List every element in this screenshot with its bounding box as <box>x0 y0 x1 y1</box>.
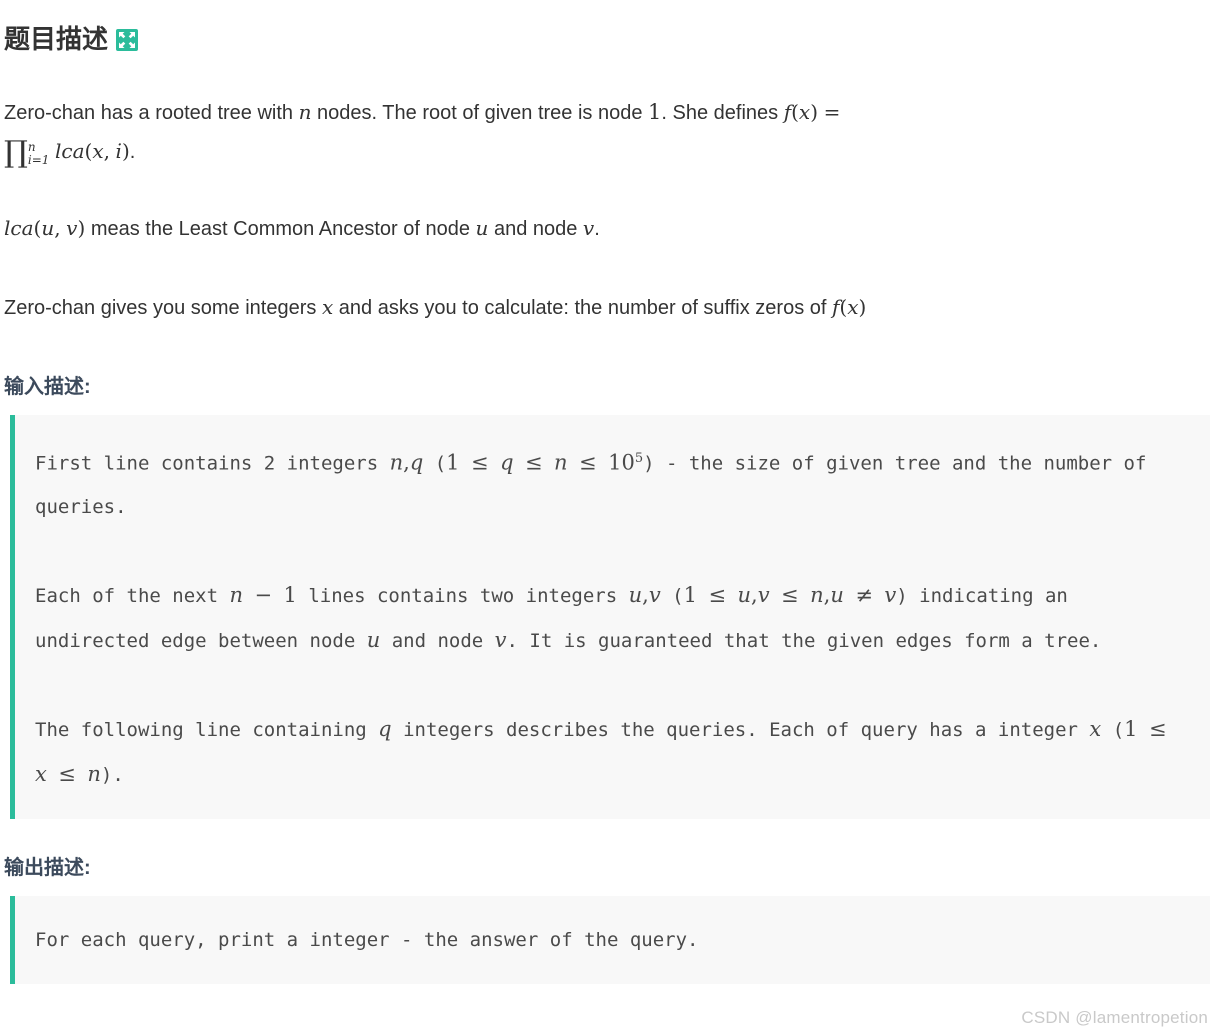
problem-statement-page: 题目描述 Zero-chan has a rooted tree with n … <box>0 0 1220 1036</box>
p1-math-x: x <box>798 100 811 124</box>
ic2-minus: − <box>254 583 273 608</box>
ic2-n2: n <box>810 583 824 608</box>
ic2-v3: v <box>884 583 897 608</box>
csdn-watermark: CSDN @lamentropetion <box>1021 1008 1208 1027</box>
input-code-paragraph-2: Each of the next n − 1 lines contains tw… <box>35 573 1190 663</box>
ic2-v4: v <box>494 628 507 653</box>
ic2-t6: . It is guaranteed that the given edges … <box>506 630 1102 653</box>
ic2-v: v <box>648 583 661 608</box>
ic1-q2: q <box>500 450 514 475</box>
p1-text-3: . She defines <box>661 102 784 124</box>
ic2-t5: and node <box>380 630 495 653</box>
input-description-block: First line contains 2 integers n,q (1 ≤ … <box>10 415 1210 820</box>
ic2-t2: lines contains two integers <box>296 585 629 608</box>
p3-text-2: and asks you to calculate: the number of… <box>333 297 833 319</box>
ic1-exp: 5 <box>634 451 644 466</box>
ic1-comma: , <box>403 450 410 475</box>
ic2-t1: Each of the next <box>35 585 230 608</box>
p3-math-x: x <box>321 295 334 319</box>
expand-arrows-icon[interactable] <box>116 29 139 51</box>
ic1-t1: First line contains 2 integers <box>35 452 390 475</box>
ic3-n: n <box>87 762 101 787</box>
ic2-n: n <box>229 583 243 608</box>
input-code-paragraph-3: The following line containing q integers… <box>35 707 1190 797</box>
p2-math-u2: u <box>475 216 489 240</box>
ic2-t3: ( <box>660 585 684 608</box>
ic2-u4: u <box>366 628 381 653</box>
p1-math-lca-comma: , <box>103 139 110 163</box>
ic1-q: q <box>409 450 424 475</box>
p1-product-sub: i=1 <box>27 152 50 167</box>
ic1-n: n <box>389 450 404 475</box>
ic2-le1: ≤ <box>708 583 727 608</box>
ic3-le1: ≤ <box>1148 717 1167 742</box>
ic3-x: x <box>1089 717 1102 742</box>
description-paragraph-1: Zero-chan has a rooted tree with n nodes… <box>0 94 1220 170</box>
p1-math-n: n <box>298 100 312 124</box>
p1-product-symbol: ∏ <box>4 135 28 170</box>
description-paragraph-2: lca(u, v) meas the Least Common Ancestor… <box>0 210 1220 247</box>
p3-math-x2: x <box>847 295 859 319</box>
p1-text-2: nodes. The root of given tree is node <box>311 102 649 124</box>
ic1-le2: ≤ <box>524 450 543 475</box>
ic2-u3: u <box>830 583 844 608</box>
p2-math-v: v <box>66 216 78 240</box>
p2-math-comma: , <box>54 216 61 240</box>
ic1-n2: n <box>554 450 568 475</box>
page-title: 题目描述 <box>0 0 1220 78</box>
p2-math-u: u <box>41 216 55 240</box>
ic2-le2: ≤ <box>781 583 799 608</box>
ic3-t4: ). <box>100 764 124 787</box>
ic3-x2: x <box>35 762 47 787</box>
ic1-le1: ≤ <box>471 450 489 475</box>
ic3-q: q <box>378 717 392 742</box>
output-code-paragraph-1: For each query, print a integer - the an… <box>35 929 699 952</box>
p1-trailing: . <box>129 141 136 163</box>
input-code-paragraph-1: First line contains 2 integers n,q (1 ≤ … <box>35 437 1190 529</box>
p1-math-paren-close: ) <box>810 100 819 124</box>
p1-math-equals: = <box>823 100 841 124</box>
ic2-1b: 1 <box>683 583 697 608</box>
ic3-t3: ( <box>1101 719 1125 742</box>
p2-math-lca: lca <box>4 216 34 240</box>
p1-math-lca: lca <box>54 139 85 163</box>
p2-text-2: and node <box>488 218 583 240</box>
ic1-t2: ( <box>423 452 447 475</box>
description-paragraph-3: Zero-chan gives you some integers x and … <box>0 289 1220 326</box>
p1-product-limits: n i=1 <box>28 141 50 166</box>
p3-text-1: Zero-chan gives you some integers <box>4 297 322 319</box>
p1-math-f: f <box>783 100 792 124</box>
ic3-le2: ≤ <box>58 762 76 787</box>
ic2-comma: , <box>642 583 649 608</box>
p1-text-1: Zero-chan has a rooted tree with <box>4 102 299 124</box>
p1-math-paren-open: ( <box>791 100 799 124</box>
p3-math-close: ) <box>858 295 867 319</box>
ic2-u2: u <box>737 583 752 608</box>
p1-math-one: 1 <box>648 100 662 124</box>
ic2-one: 1 <box>283 583 297 608</box>
ic2-neq: ≠ <box>855 583 873 608</box>
ic2-u: u <box>628 583 643 608</box>
ic1-ten: 10 <box>608 450 635 475</box>
p2-math-v2: v <box>582 216 595 240</box>
ic2-comma2: , <box>751 583 758 608</box>
ic1-one: 1 <box>446 450 460 475</box>
ic1-le3: ≤ <box>579 450 597 475</box>
ic3-t2: integers describes the queries. Each of … <box>391 719 1090 742</box>
page-title-text: 题目描述 <box>4 24 109 54</box>
p1-math-lca-x: x <box>92 139 104 163</box>
input-description-heading: 输入描述: <box>4 376 91 398</box>
ic3-t1: The following line containing <box>35 719 379 742</box>
p1-math-lca-close: ) <box>121 139 130 163</box>
ic2-v2: v <box>757 583 770 608</box>
p2-text-3: . <box>594 218 600 240</box>
output-description-heading: 输出描述: <box>4 857 91 880</box>
output-description-block: For each query, print a integer - the an… <box>10 896 1210 985</box>
ic3-one: 1 <box>1124 717 1138 742</box>
p2-text-1: meas the Least Common Ancestor of node <box>85 218 476 240</box>
